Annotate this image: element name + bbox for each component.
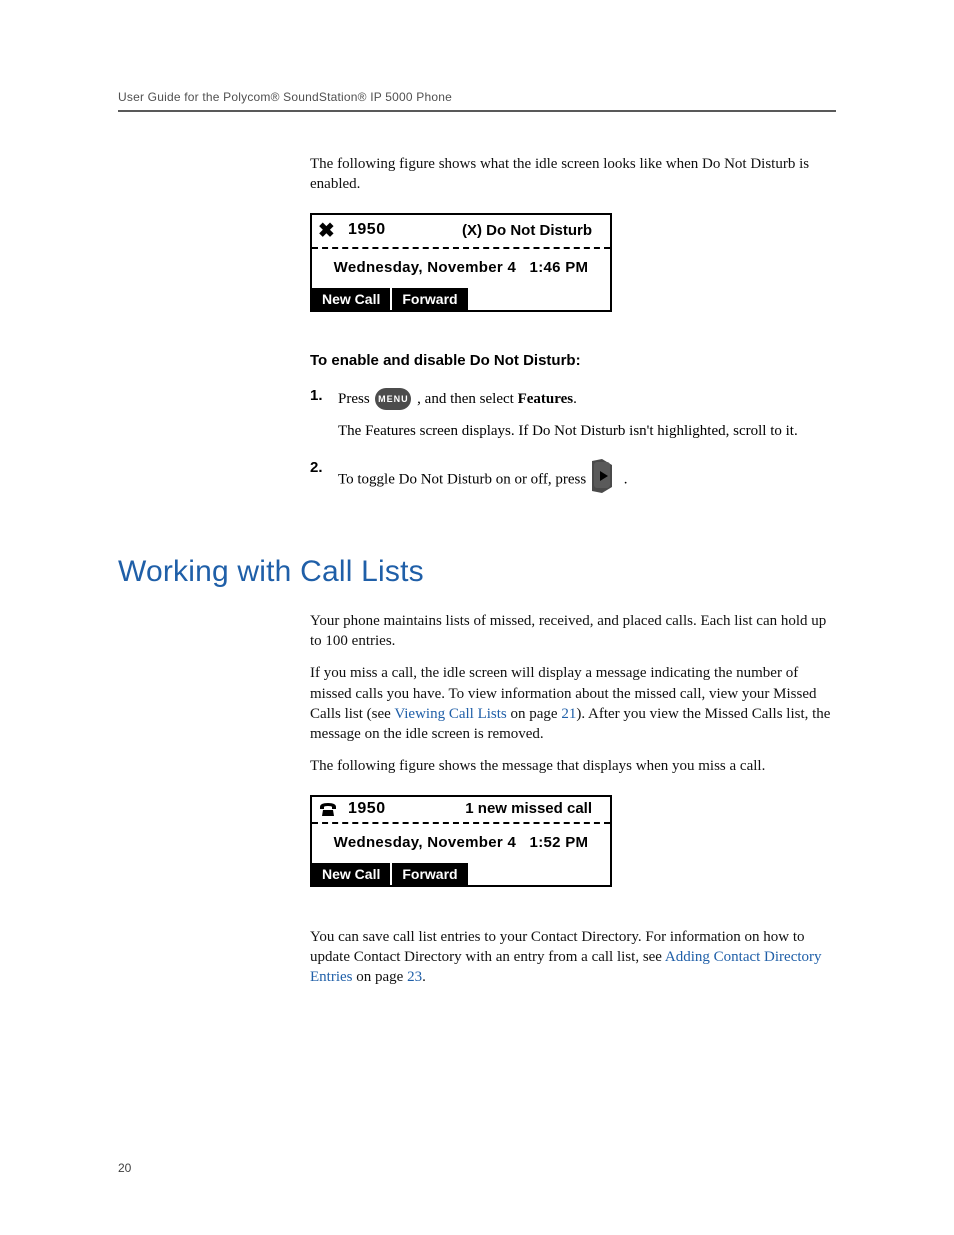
link-viewing-call-lists[interactable]: Viewing Call Lists xyxy=(394,706,506,722)
dnd-subhead: To enable and disable Do Not Disturb: xyxy=(310,352,836,369)
screen1-softkey-newcall: New Call xyxy=(312,288,392,310)
link-page-21[interactable]: 21 xyxy=(561,706,576,722)
link-page-23[interactable]: 23 xyxy=(407,969,422,985)
screen1-date: Wednesday, November 4 xyxy=(334,259,516,276)
screen1-extension: 1950 xyxy=(348,221,386,239)
cl-p4: You can save call list entries to your C… xyxy=(310,927,836,988)
screen2-time: 1:52 PM xyxy=(530,834,589,851)
page-number: 20 xyxy=(118,1161,131,1175)
screen1-time: 1:46 PM xyxy=(530,259,589,276)
screen2-date: Wednesday, November 4 xyxy=(334,834,516,851)
select-arrow-icon xyxy=(592,459,618,501)
dnd-idle-screen-figure: ✖ 1950 (X) Do Not Disturb Wednesday, Nov… xyxy=(310,213,612,312)
cl-p4-c: . xyxy=(422,969,426,985)
step1-features-word: Features xyxy=(518,391,574,407)
screen1-softkey-forward: Forward xyxy=(392,288,467,310)
screen2-status: 1 new missed call xyxy=(465,800,592,817)
cl-p2: If you miss a call, the idle screen will… xyxy=(310,663,836,744)
cl-p2-b: on page xyxy=(507,706,562,722)
screen1-status: (X) Do Not Disturb xyxy=(462,222,592,239)
step1-rest-a: , and then select xyxy=(417,391,517,407)
step-1-body: Press MENU , and then select Features. T… xyxy=(338,387,836,441)
screen2-softkey-newcall: New Call xyxy=(312,863,392,885)
step-1-number: 1. xyxy=(310,387,338,441)
cl-p4-b: on page xyxy=(353,969,408,985)
cl-p1: Your phone maintains lists of missed, re… xyxy=(310,611,836,652)
running-header: User Guide for the Polycom® SoundStation… xyxy=(118,90,836,104)
step1-rest-b: . xyxy=(573,391,577,407)
header-rule xyxy=(118,110,836,112)
step2-text-b: . xyxy=(624,471,628,487)
dnd-intro-text: The following figure shows what the idle… xyxy=(310,154,836,195)
step-2-body: To toggle Do Not Disturb on or off, pres… xyxy=(338,459,836,501)
missed-call-screen-figure: 1950 1 new missed call Wednesday, Novemb… xyxy=(310,795,612,887)
screen2-extension: 1950 xyxy=(348,800,386,818)
screen2-softkey-forward: Forward xyxy=(392,863,467,885)
cl-p3: The following figure shows the message t… xyxy=(310,756,836,776)
phone-icon xyxy=(318,800,340,818)
step1-press-text: Press xyxy=(338,391,373,407)
step-2-number: 2. xyxy=(310,459,338,501)
x-icon: ✖ xyxy=(318,218,340,243)
step2-text-a: To toggle Do Not Disturb on or off, pres… xyxy=(338,471,590,487)
menu-button-icon: MENU xyxy=(375,388,411,410)
section-heading-call-lists: Working with Call Lists xyxy=(118,555,836,589)
step1-sub-text: The Features screen displays. If Do Not … xyxy=(338,421,836,441)
